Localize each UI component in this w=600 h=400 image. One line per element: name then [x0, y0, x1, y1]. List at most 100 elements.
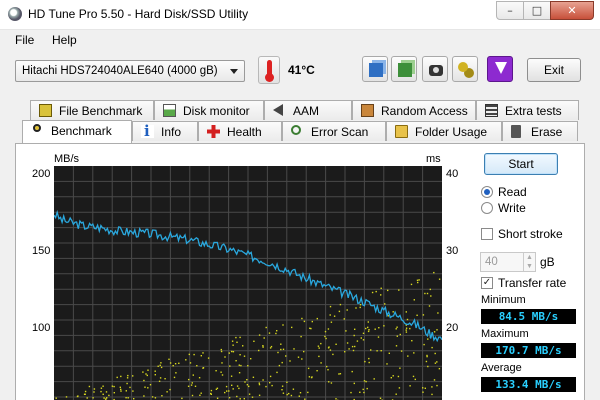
access-time-point: [359, 306, 361, 309]
menu-help[interactable]: Help: [52, 33, 77, 47]
access-time-point: [92, 397, 94, 399]
access-time-point: [181, 397, 183, 400]
access-time-point: [102, 393, 104, 395]
access-time-point: [262, 345, 264, 347]
access-time-point: [327, 369, 329, 371]
access-time-point: [191, 382, 193, 384]
access-time-point: [133, 398, 135, 400]
tab-label: File Benchmark: [59, 104, 143, 118]
access-time-point: [433, 379, 436, 381]
access-time-point: [362, 339, 365, 341]
access-time-point: [132, 375, 134, 377]
thermometer-icon: [258, 56, 280, 84]
access-time-point: [397, 375, 400, 378]
access-time-point: [426, 355, 428, 358]
temperature-readout: 41°C: [288, 63, 315, 77]
access-time-point: [317, 345, 320, 347]
tab-file-benchmark[interactable]: File Benchmark: [30, 100, 154, 120]
access-time-point: [185, 359, 187, 361]
client-area: Hitachi HDS724040ALE640 (4000 gB) 41°C E…: [0, 50, 600, 400]
tab-folder-usage[interactable]: Folder Usage: [386, 121, 502, 141]
access-time-point: [225, 385, 228, 388]
access-time-point: [359, 304, 362, 306]
access-time-point: [151, 396, 154, 398]
access-time-point: [228, 352, 230, 354]
right-tick-label: 40: [446, 168, 459, 180]
access-time-point: [238, 364, 240, 366]
access-time-point: [193, 353, 195, 356]
access-time-point: [240, 364, 242, 367]
access-time-point: [418, 279, 420, 281]
tab-label: Error Scan: [311, 125, 369, 139]
access-time-point: [243, 355, 246, 357]
access-time-point: [269, 382, 271, 384]
access-time-point: [383, 325, 385, 327]
access-time-point: [159, 377, 162, 379]
options-button[interactable]: [452, 56, 478, 82]
access-time-point: [335, 343, 337, 345]
access-time-point: [231, 340, 234, 342]
read-radio[interactable]: [481, 186, 493, 198]
transfer-rate-checkbox[interactable]: ✓: [481, 277, 493, 289]
chevron-down-icon: [230, 69, 238, 74]
minimum-label: Minimum: [481, 294, 526, 306]
app-icon: [8, 7, 22, 21]
access-time-point: [427, 365, 429, 368]
decrement-arrow-icon[interactable]: ▼: [523, 262, 535, 271]
tab-error-scan[interactable]: Error Scan: [282, 121, 386, 141]
drive-select[interactable]: Hitachi HDS724040ALE640 (4000 gB): [15, 60, 245, 82]
tab-label: Random Access: [381, 104, 468, 118]
tab-health[interactable]: Health: [198, 121, 282, 141]
access-time-point: [242, 345, 244, 347]
access-time-point: [169, 388, 171, 391]
minimize-button[interactable]: –: [496, 1, 524, 20]
access-time-point: [239, 398, 241, 400]
right-axis-unit: ms: [426, 153, 441, 165]
access-time-point: [368, 357, 370, 360]
tab-disk-monitor[interactable]: Disk monitor: [154, 100, 264, 120]
access-time-point: [265, 326, 267, 329]
access-time-point: [370, 349, 372, 351]
access-time-point: [231, 384, 233, 386]
access-time-point: [410, 283, 413, 286]
access-time-point: [252, 376, 255, 378]
access-time-point: [289, 360, 291, 362]
access-time-point: [395, 345, 398, 347]
maximize-button[interactable]: □: [523, 1, 551, 20]
access-time-point: [145, 373, 147, 375]
start-button[interactable]: Start: [484, 153, 558, 175]
save-button[interactable]: [391, 56, 417, 82]
access-time-point: [202, 367, 204, 369]
increment-arrow-icon[interactable]: ▲: [523, 253, 535, 262]
tab-benchmark[interactable]: Benchmark: [22, 120, 132, 143]
access-time-point: [371, 291, 374, 294]
stroke-size-stepper[interactable]: 40 ▲ ▼: [480, 252, 536, 272]
tab-info[interactable]: Info: [132, 121, 198, 141]
access-time-point: [395, 393, 397, 395]
access-time-point: [65, 396, 68, 398]
tab-erase[interactable]: Erase: [502, 121, 578, 141]
access-time-point: [356, 340, 359, 342]
access-time-point: [335, 398, 337, 400]
save-icon: [398, 63, 412, 77]
access-time-point: [416, 314, 418, 316]
access-time-point: [395, 328, 397, 330]
exit-button[interactable]: Exit: [527, 58, 581, 82]
close-button[interactable]: ✕: [550, 1, 594, 20]
tab-extra-tests[interactable]: Extra tests: [476, 100, 579, 120]
access-time-point: [365, 327, 367, 330]
write-radio[interactable]: [481, 202, 493, 214]
copy-button[interactable]: [362, 56, 388, 82]
access-time-point: [86, 397, 88, 399]
access-time-point: [320, 342, 322, 345]
download-button[interactable]: [487, 56, 513, 82]
tab-aam[interactable]: AAM: [264, 100, 352, 120]
menu-file[interactable]: File: [15, 33, 34, 47]
screenshot-button[interactable]: [422, 56, 448, 82]
short-stroke-checkbox[interactable]: [481, 228, 493, 240]
access-time-point: [192, 374, 194, 376]
access-time-point: [231, 350, 233, 353]
access-time-point: [232, 351, 235, 353]
access-time-point: [400, 350, 403, 352]
tab-random-access[interactable]: Random Access: [352, 100, 476, 120]
